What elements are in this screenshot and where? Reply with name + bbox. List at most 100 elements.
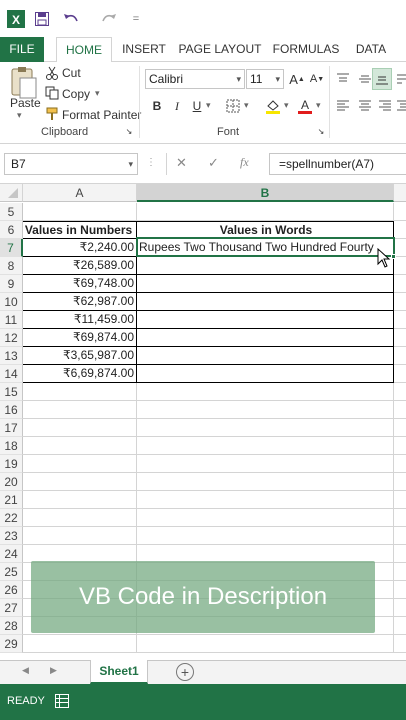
indent-icon[interactable] [396, 97, 406, 115]
undo-icon[interactable] [60, 10, 84, 28]
cell-b[interactable]: Rupees Two Thousand Two Hundred Fourty [137, 239, 394, 257]
row-header[interactable]: 14 [0, 365, 23, 383]
cell-a[interactable]: ₹3,65,987.00 [23, 347, 137, 365]
cell-a[interactable]: ₹69,748.00 [23, 275, 137, 293]
cell-a[interactable]: ₹11,459.00 [23, 311, 137, 329]
font-launcher-icon[interactable]: ↘ [316, 126, 326, 136]
row-header[interactable]: 25 [0, 563, 23, 581]
row-header[interactable]: 22 [0, 509, 23, 527]
font-size-select[interactable]: 11 ▾ [246, 69, 284, 89]
cell-b[interactable] [137, 293, 394, 311]
shrink-font-button[interactable]: A ▼ [308, 70, 326, 88]
tab-data[interactable]: DATA [350, 37, 392, 62]
tab-file[interactable]: FILE [0, 37, 44, 62]
row-header[interactable]: 18 [0, 437, 23, 455]
font-family-select[interactable]: Calibri ▾ [145, 69, 245, 89]
cell-c[interactable] [394, 599, 406, 617]
cell-c[interactable] [394, 635, 406, 653]
borders-dropdown-icon[interactable]: ▾ [244, 100, 249, 111]
row-header[interactable]: 16 [0, 401, 23, 419]
paste-dropdown-icon[interactable]: ▾ [17, 110, 22, 121]
cell-b[interactable] [137, 455, 394, 473]
underline-dropdown-icon[interactable]: ▾ [206, 100, 211, 111]
cell-a[interactable] [23, 383, 137, 401]
cell-c[interactable] [394, 437, 406, 455]
borders-icon[interactable] [224, 97, 242, 115]
column-header-a[interactable]: A [23, 184, 137, 202]
format-painter-button[interactable]: Format Painter [62, 108, 141, 122]
row-header[interactable]: 8 [0, 257, 23, 275]
align-right-icon[interactable] [376, 97, 394, 115]
align-left-icon[interactable] [334, 97, 352, 115]
row-header[interactable]: 27 [0, 599, 23, 617]
row-header[interactable]: 29 [0, 635, 23, 653]
bold-button[interactable]: B [148, 97, 166, 115]
enter-icon[interactable]: ✓ [208, 155, 219, 171]
redo-icon[interactable] [96, 10, 120, 28]
cell-b[interactable] [137, 437, 394, 455]
scroll-right-icon[interactable]: ▶ [50, 665, 57, 676]
customize-toolbar-icon[interactable]: = [130, 10, 142, 28]
cell-b[interactable]: Values in Words [137, 221, 394, 239]
cell-a[interactable] [23, 473, 137, 491]
row-header[interactable]: 11 [0, 311, 23, 329]
tab-formulas[interactable]: FORMULAS [270, 37, 342, 62]
cell-c[interactable] [394, 203, 406, 221]
cell-a[interactable] [23, 509, 137, 527]
spreadsheet-grid[interactable]: A B 5 6 Values in Numbers Values in Words 7 ₹… [0, 184, 406, 660]
cell-a[interactable] [23, 491, 137, 509]
row-header[interactable]: 15 [0, 383, 23, 401]
cell-c[interactable] [394, 221, 406, 239]
row-header[interactable]: 28 [0, 617, 23, 635]
cell-c[interactable] [394, 293, 406, 311]
cell-b[interactable] [137, 419, 394, 437]
cell-b[interactable] [137, 509, 394, 527]
copy-button[interactable]: Copy [62, 87, 90, 101]
tab-page-layout[interactable]: PAGE LAYOUT [178, 37, 262, 62]
font-color-dropdown-icon[interactable]: ▾ [316, 100, 321, 111]
name-box[interactable]: B7 ▾ [4, 153, 138, 175]
cut-icon[interactable] [43, 64, 61, 82]
copy-icon[interactable] [43, 84, 61, 102]
scroll-left-icon[interactable]: ◀ [22, 665, 29, 676]
cell-b[interactable] [137, 329, 394, 347]
cell-c[interactable] [394, 473, 406, 491]
wrap-text-icon[interactable] [396, 70, 406, 88]
row-header[interactable]: 23 [0, 527, 23, 545]
cell-a[interactable] [23, 203, 137, 221]
row-header[interactable]: 19 [0, 455, 23, 473]
add-sheet-button[interactable]: + [176, 663, 194, 681]
underline-button[interactable]: U [188, 97, 206, 115]
select-all-corner[interactable] [0, 184, 23, 202]
align-center-icon[interactable] [356, 97, 374, 115]
cell-c[interactable] [394, 527, 406, 545]
format-painter-icon[interactable] [43, 105, 61, 123]
more-options-icon[interactable]: ⋮ [146, 157, 156, 168]
macro-record-icon[interactable] [55, 694, 69, 711]
cell-b[interactable] [137, 275, 394, 293]
cell-c[interactable] [394, 617, 406, 635]
cell-b[interactable] [137, 491, 394, 509]
cell-a[interactable] [23, 635, 137, 653]
cut-button[interactable]: Cut [62, 66, 81, 80]
cell-a[interactable] [23, 527, 137, 545]
cell-a[interactable]: ₹6,69,874.00 [23, 365, 137, 383]
sheet-tab-sheet1[interactable]: Sheet1 [90, 660, 148, 684]
save-icon[interactable] [34, 10, 50, 28]
grow-font-button[interactable]: A ▲ [288, 70, 306, 88]
cell-a[interactable]: Values in Numbers [23, 221, 137, 239]
align-bottom-icon[interactable] [372, 68, 392, 90]
cell-a[interactable] [23, 455, 137, 473]
clipboard-launcher-icon[interactable]: ↘ [124, 126, 134, 136]
cell-b[interactable] [137, 383, 394, 401]
cell-c[interactable] [394, 365, 406, 383]
cell-a[interactable] [23, 419, 137, 437]
cell-c[interactable] [394, 491, 406, 509]
cell-b[interactable] [137, 365, 394, 383]
cell-c[interactable] [394, 419, 406, 437]
cell-b[interactable] [137, 311, 394, 329]
row-header[interactable]: 5 [0, 203, 23, 221]
cell-c[interactable] [394, 401, 406, 419]
cell-b[interactable] [137, 257, 394, 275]
cell-c[interactable] [394, 509, 406, 527]
